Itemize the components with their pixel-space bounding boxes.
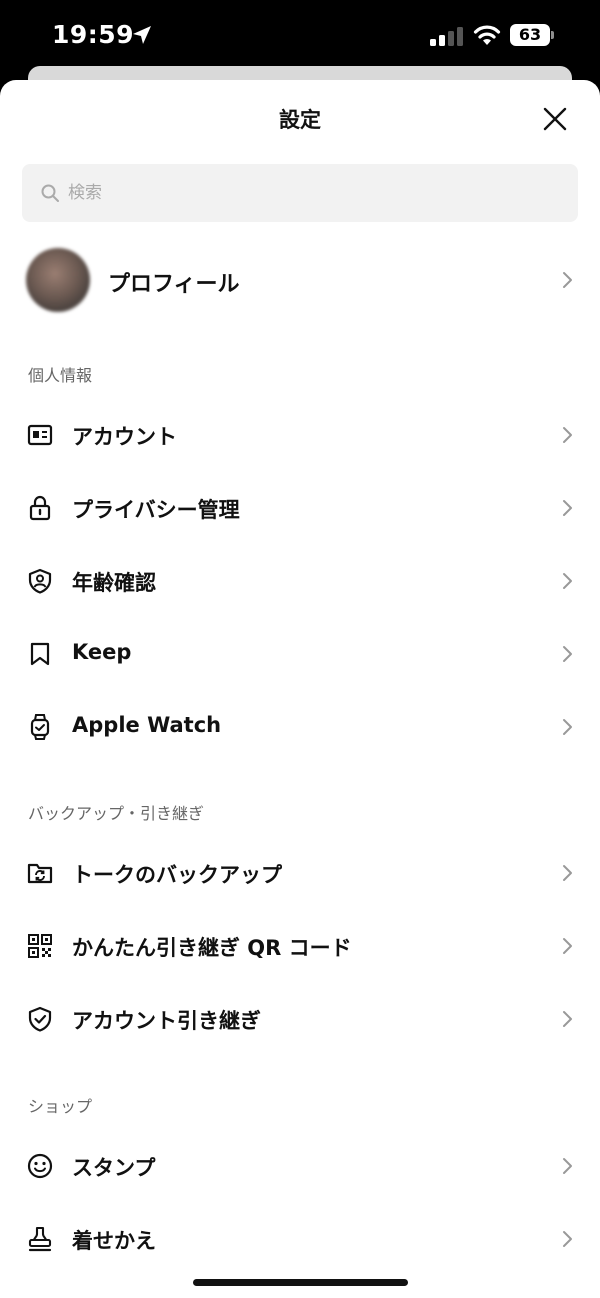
qr-code-icon	[28, 934, 52, 958]
chevron-right-icon	[563, 573, 572, 589]
chevron-right-icon	[563, 646, 572, 662]
settings-item-label: 年齢確認	[72, 571, 156, 595]
section-header-personal: 個人情報	[28, 366, 93, 385]
settings-item-account[interactable]: アカウント	[0, 397, 600, 469]
home-indicator[interactable]	[193, 1279, 408, 1286]
bookmark-icon	[30, 642, 50, 666]
smiley-icon	[27, 1153, 53, 1179]
chevron-right-icon	[563, 500, 572, 516]
settings-item-apple-watch[interactable]: Apple Watch	[0, 689, 600, 761]
chevron-right-icon	[563, 1231, 572, 1247]
chevron-right-icon	[563, 272, 572, 288]
search-input[interactable]	[68, 164, 558, 222]
settings-item-label: Apple Watch	[72, 713, 222, 737]
id-card-icon	[27, 424, 53, 446]
settings-item-account-transfer[interactable]: アカウント引き継ぎ	[0, 981, 600, 1053]
settings-item-label: アカウント	[72, 425, 177, 449]
chevron-right-icon	[563, 719, 572, 735]
watch-icon	[30, 714, 50, 740]
chevron-right-icon	[563, 1011, 572, 1027]
status-bar: 19:59 63	[0, 0, 600, 72]
chevron-right-icon	[563, 427, 572, 443]
avatar	[26, 248, 90, 312]
settings-item-age-verification[interactable]: 年齢確認	[0, 543, 600, 615]
battery-level: 63	[518, 25, 542, 44]
chevron-right-icon	[563, 938, 572, 954]
settings-item-qr-transfer[interactable]: かんたん引き継ぎ QR コード	[0, 908, 600, 980]
battery-indicator: 63	[510, 24, 554, 46]
settings-item-label: Keep	[72, 640, 132, 664]
location-arrow-icon	[133, 26, 151, 44]
profile-row[interactable]: プロフィール	[0, 244, 600, 316]
shield-check-icon	[28, 1006, 52, 1032]
shield-person-icon	[28, 568, 52, 594]
settings-item-keep[interactable]: Keep	[0, 616, 600, 688]
settings-item-themes[interactable]: 着せかえ	[0, 1201, 600, 1273]
folder-sync-icon	[27, 863, 53, 884]
profile-label: プロフィール	[108, 272, 240, 297]
settings-item-label: かんたん引き継ぎ QR コード	[72, 936, 352, 960]
close-icon[interactable]	[538, 102, 572, 136]
settings-item-privacy[interactable]: プライバシー管理	[0, 470, 600, 542]
settings-item-stickers[interactable]: スタンプ	[0, 1128, 600, 1200]
status-time: 19:59	[52, 20, 135, 49]
settings-item-label: アカウント引き継ぎ	[72, 1009, 261, 1033]
settings-item-label: 着せかえ	[72, 1229, 156, 1253]
lock-icon	[29, 495, 51, 521]
wifi-icon	[473, 25, 501, 45]
search-bar[interactable]	[22, 164, 578, 222]
chevron-right-icon	[563, 865, 572, 881]
section-header-shop: ショップ	[28, 1097, 93, 1116]
settings-item-label: プライバシー管理	[72, 498, 240, 522]
stamp-icon	[28, 1226, 52, 1252]
search-icon	[41, 184, 59, 202]
settings-sheet: 設定 プロフィール 個人情報 アカウント プライバシー管	[0, 80, 600, 1298]
page-title: 設定	[279, 108, 321, 132]
settings-item-label: スタンプ	[72, 1156, 156, 1180]
section-header-backup: バックアップ・引き継ぎ	[28, 804, 205, 823]
settings-item-talk-backup[interactable]: トークのバックアップ	[0, 835, 600, 907]
chevron-right-icon	[563, 1158, 572, 1174]
signal-icon	[430, 27, 463, 46]
settings-item-label: トークのバックアップ	[72, 863, 282, 887]
